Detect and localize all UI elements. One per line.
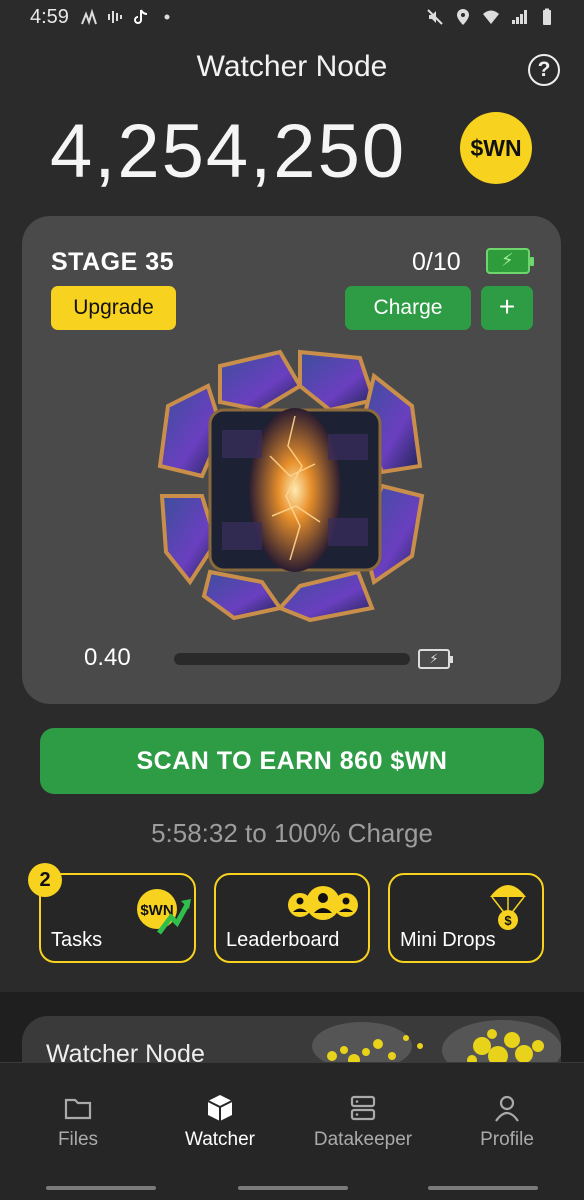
wifi-icon <box>483 10 499 24</box>
tasks-tile[interactable]: $WN Tasks <box>39 873 196 963</box>
status-left-icons <box>80 8 176 26</box>
help-circle-icon[interactable]: ? <box>528 54 560 86</box>
nav-label-watcher: Watcher <box>184 1129 256 1150</box>
mini-drops-tile[interactable]: $ Mini Drops <box>388 873 544 963</box>
charge-button[interactable]: Charge <box>345 286 471 330</box>
gesture-bar-center <box>238 1186 348 1190</box>
add-charge-button[interactable]: + <box>481 286 533 330</box>
progress-bar <box>174 653 410 665</box>
nav-item-profile[interactable]: Profile <box>434 1093 580 1151</box>
battery-charge-icon: ⚡ <box>486 248 534 274</box>
mini-drops-label: Mini Drops <box>400 929 496 951</box>
charges-count: 0/10 <box>412 248 461 276</box>
wn-coin-trend-icon: $WN <box>137 889 191 935</box>
gesture-bar-right <box>428 1186 538 1190</box>
nav-item-files[interactable]: Files <box>5 1093 151 1151</box>
nav-label-files: Files <box>57 1129 99 1150</box>
users-group-icon <box>288 886 358 920</box>
progress-value: 0.40 <box>84 644 131 671</box>
stage-card: STAGE 35 0/10 ⚡ Upgrade Charge + 0.40 ⚡ <box>22 216 561 704</box>
server-icon <box>350 1095 376 1121</box>
tasks-label: Tasks <box>51 929 103 951</box>
wn-coin-icon: $WN <box>460 112 532 184</box>
nav-label-datakeeper: Datakeeper <box>313 1129 413 1150</box>
bottom-nav: Files Watcher Datakeeper Profile <box>0 1062 584 1200</box>
cube-icon <box>207 1095 233 1121</box>
scan-to-earn-button[interactable]: SCAN TO EARN 860 $WN <box>40 728 544 794</box>
parachute-coin-icon: $ <box>490 885 526 930</box>
balance-amount: 4,254,250 <box>50 109 407 194</box>
watcher-node-image[interactable] <box>150 346 440 626</box>
charge-timer: 5:58:32 to 100% Charge <box>151 818 433 848</box>
folder-icon <box>64 1098 92 1120</box>
nav-label-profile: Profile <box>480 1129 534 1150</box>
status-bar: 4:59 <box>0 0 584 36</box>
battery-icon <box>543 8 551 25</box>
dot-icon <box>164 14 170 20</box>
stage-label: STAGE 35 <box>51 248 175 276</box>
tasks-badge: 2 <box>28 863 62 897</box>
nav-item-datakeeper[interactable]: Datakeeper <box>290 1093 436 1151</box>
leaderboard-tile[interactable]: Leaderboard <box>214 873 370 963</box>
audio-wave-icon <box>108 11 122 23</box>
gesture-bar-left <box>46 1186 156 1190</box>
upgrade-button[interactable]: Upgrade <box>51 286 176 330</box>
cell-signal-icon <box>512 10 527 24</box>
signal-activity-icon <box>81 8 97 26</box>
location-icon <box>457 9 469 25</box>
tiktok-icon <box>134 9 148 24</box>
charging-battery-icon: ⚡ <box>418 649 453 669</box>
mute-icon <box>427 9 443 25</box>
user-icon <box>495 1095 519 1122</box>
nav-item-watcher[interactable]: Watcher <box>147 1093 293 1151</box>
leaderboard-label: Leaderboard <box>226 929 340 951</box>
page-title: Watcher Node <box>196 50 388 83</box>
status-right-icons <box>426 8 556 26</box>
status-time: 4:59 <box>30 6 69 28</box>
svg-text:$: $ <box>504 913 512 928</box>
